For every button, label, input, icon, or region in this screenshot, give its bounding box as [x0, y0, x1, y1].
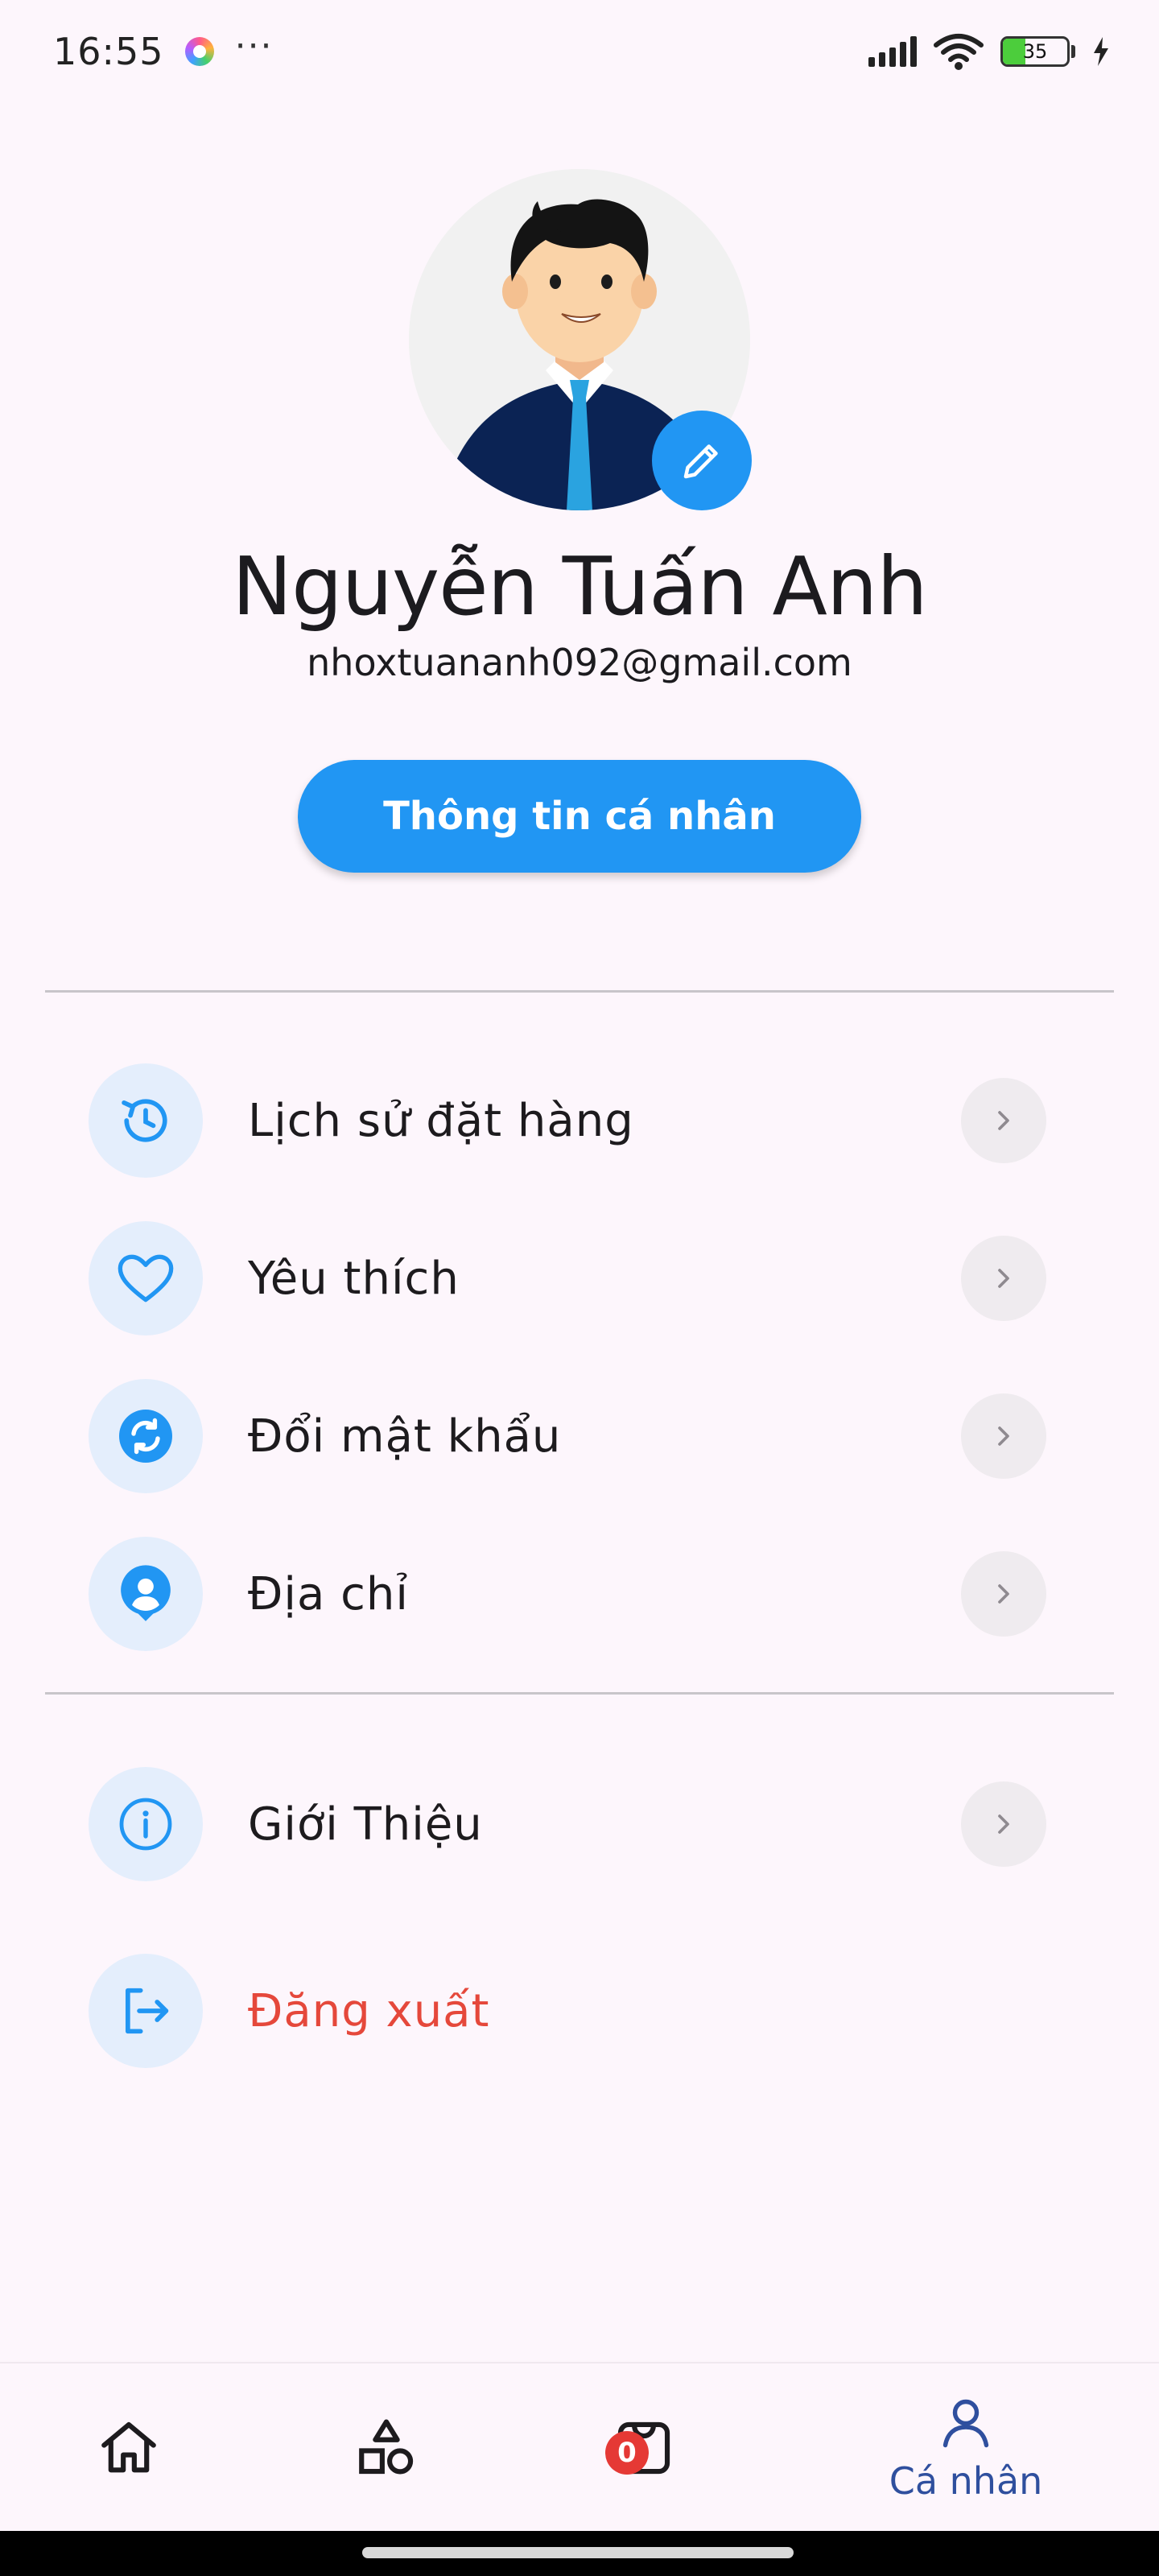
chevron-right-icon[interactable] — [961, 1078, 1046, 1163]
cart-count-badge: 0 — [605, 2431, 649, 2475]
menu-label-favorites: Yêu thích — [248, 1252, 460, 1305]
sync-icon — [89, 1379, 203, 1493]
categories-icon — [359, 2419, 414, 2475]
heart-icon — [89, 1221, 203, 1335]
status-right: 35 — [868, 32, 1111, 71]
person-icon — [942, 2399, 989, 2448]
status-left: 16:55 ··· — [53, 26, 274, 74]
person-pin-icon — [89, 1537, 203, 1651]
menu-item-address[interactable]: Địa chỉ — [0, 1521, 1159, 1666]
bottom-navigation: Cá nhân — [0, 2362, 1159, 2531]
chevron-right-icon[interactable] — [961, 1781, 1046, 1867]
menu-item-about[interactable]: Giới Thiệu — [0, 1752, 1159, 1897]
pencil-icon — [683, 444, 718, 479]
chevron-right-icon[interactable] — [961, 1236, 1046, 1321]
avatar-container — [409, 169, 752, 510]
battery-level: 35 — [1022, 40, 1048, 63]
menu-label-about: Giới Thiệu — [248, 1798, 483, 1851]
logout-icon — [89, 1954, 203, 2068]
status-time: 16:55 — [53, 30, 164, 73]
nav-categories[interactable] — [338, 2363, 435, 2533]
wifi-icon — [934, 34, 984, 70]
home-icon — [101, 2421, 156, 2473]
history-icon — [89, 1063, 203, 1178]
profile-name: Nguyễn Tuấn Anh — [232, 539, 927, 634]
chevron-right-icon[interactable] — [961, 1393, 1046, 1479]
divider — [45, 990, 1114, 993]
info-icon — [89, 1767, 203, 1881]
personal-info-button[interactable]: Thông tin cá nhân — [298, 760, 861, 873]
menu-item-change-password[interactable]: Đổi mật khẩu — [0, 1364, 1159, 1509]
nav-profile[interactable]: Cá nhân — [869, 2363, 1062, 2533]
signal-icon — [868, 36, 917, 67]
menu-item-logout[interactable]: Đăng xuất — [0, 1938, 1159, 2083]
menu-label-order-history: Lịch sử đặt hàng — [248, 1094, 634, 1147]
menu-label-address: Địa chỉ — [248, 1567, 409, 1620]
gesture-bar — [0, 2531, 1159, 2576]
chevron-right-icon[interactable] — [961, 1551, 1046, 1637]
app-notification-icon — [184, 37, 214, 66]
profile-email: nhoxtuananh092@gmail.com — [307, 641, 852, 684]
menu-item-favorites[interactable]: Yêu thích — [0, 1206, 1159, 1351]
battery-icon: 35 — [1000, 36, 1070, 67]
charging-icon — [1094, 37, 1108, 66]
nav-home[interactable] — [80, 2363, 177, 2533]
battery-cap — [1071, 45, 1075, 58]
nav-profile-label: Cá nhân — [889, 2459, 1043, 2503]
more-notifications-icon: ··· — [234, 25, 274, 67]
edit-avatar-button[interactable] — [652, 411, 752, 510]
home-gesture-pill[interactable] — [362, 2547, 794, 2558]
menu-label-logout: Đăng xuất — [248, 1984, 490, 2037]
divider — [45, 1692, 1114, 1695]
status-bar: 16:55 ··· 35 — [0, 0, 1159, 103]
menu-label-change-password: Đổi mật khẩu — [248, 1410, 562, 1463]
menu-item-order-history[interactable]: Lịch sử đặt hàng — [0, 1048, 1159, 1193]
